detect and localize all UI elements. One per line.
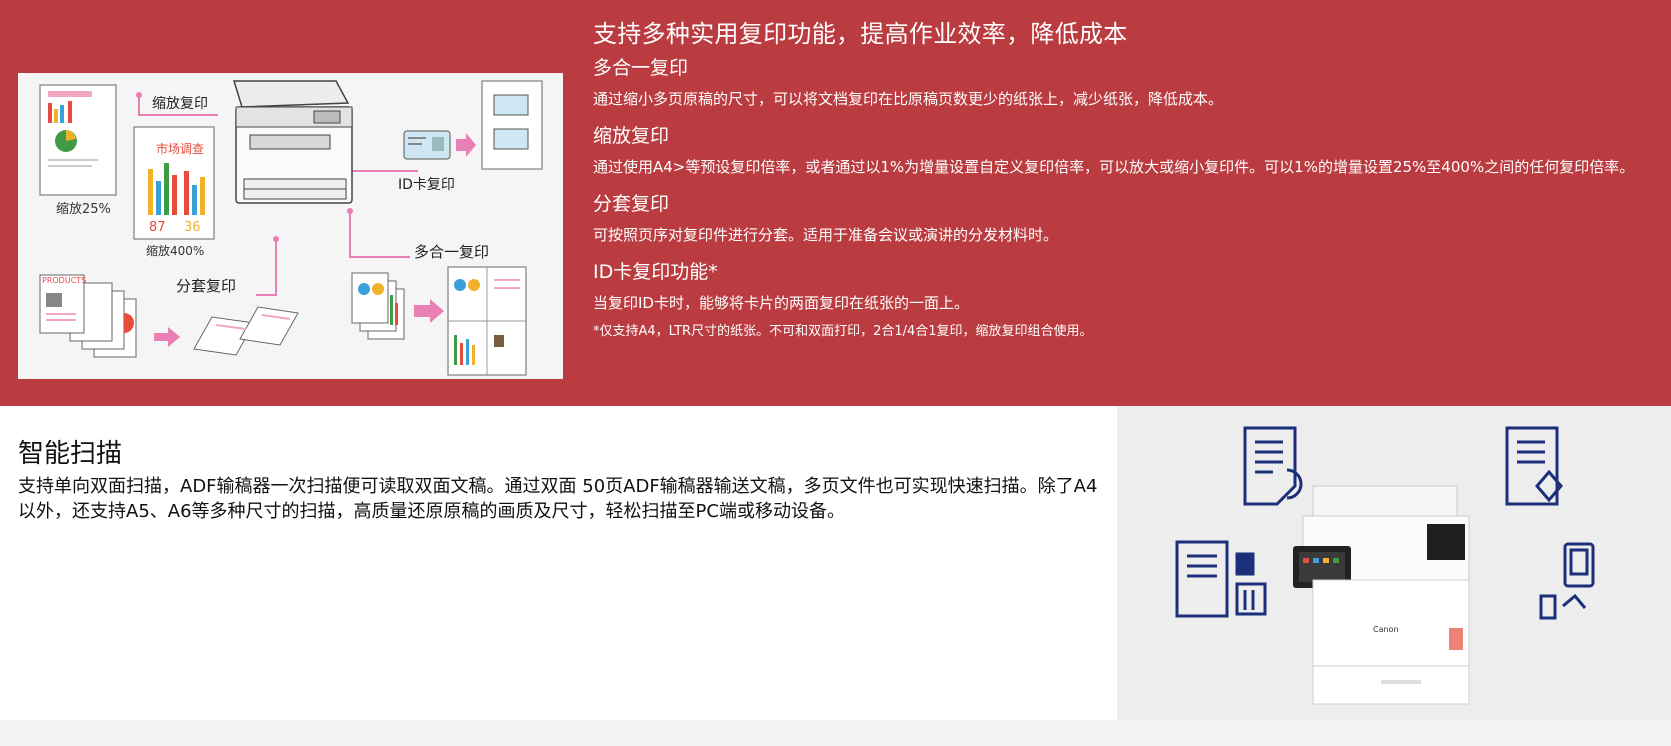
document-heading: 市场调查 xyxy=(156,141,204,156)
arrow-icon xyxy=(456,133,476,157)
nup-result-page xyxy=(447,266,527,376)
percent-a-label: 87 xyxy=(149,220,166,235)
id-copy-result-page xyxy=(481,80,543,170)
copy-features-section: 缩放25% 市场调查 87 36 缩放400% 缩放复印 ID卡复印 多合一复印… xyxy=(0,0,1671,406)
arrow-icon xyxy=(154,327,180,347)
feature-desc-id-card: 当复印ID卡时，能够将卡片的两面复印在纸张的一面上。 xyxy=(593,294,969,312)
feature-title-sort: 分套复印 xyxy=(593,193,670,215)
mobile-device-icon xyxy=(1539,542,1595,620)
copy-functions-illustration: 缩放25% 市场调查 87 36 缩放400% 缩放复印 ID卡复印 多合一复印… xyxy=(18,73,563,379)
feature-desc-zoom: 通过使用A4>等预设复印倍率，或者通过以1%为增量设置自定义复印倍率，可以放大或… xyxy=(593,158,1635,176)
sort-copy-label: 分套复印 xyxy=(176,277,236,295)
nup-source-pages xyxy=(351,272,405,340)
printer-brand-label: Canon xyxy=(1373,625,1399,634)
scan-section-title: 智能扫描 xyxy=(18,439,123,469)
reduce-25-label: 缩放25% xyxy=(56,201,111,217)
sorted-output-sets xyxy=(193,306,299,356)
copy-section-title: 支持多种实用复印功能，提高作业效率，降低成本 xyxy=(593,20,1128,48)
id-card-footnote: *仅支持A4，LTR尺寸的纸张。不可和双面打印，2合1/4合1复印，缩放复印组合… xyxy=(593,324,1093,339)
document-sync-icon xyxy=(1243,426,1303,506)
enlarge-400-label: 缩放400% xyxy=(146,243,204,258)
scan-illustration: Canon xyxy=(1117,406,1671,720)
percent-b-label: 36 xyxy=(184,220,201,235)
nup-copy-label: 多合一复印 xyxy=(414,243,489,261)
reduced-25-document xyxy=(39,84,117,196)
sort-source-pages xyxy=(39,274,137,358)
feature-title-zoom: 缩放复印 xyxy=(593,125,670,147)
id-card-image xyxy=(403,130,451,160)
printer-image xyxy=(232,80,353,204)
scan-section-desc: 支持单向双面扫描，ADF输稿器一次扫描便可读取双面文稿。通过双面 50页ADF输… xyxy=(18,476,1098,522)
document-tag-icon xyxy=(1505,426,1563,506)
id-copy-label: ID卡复印 xyxy=(398,176,455,193)
arrow-icon xyxy=(414,299,444,323)
products-label: PRODUCTS xyxy=(42,276,86,285)
document-storage-icon xyxy=(1175,540,1267,618)
smart-scan-section: 智能扫描 支持单向双面扫描，ADF输稿器一次扫描便可读取双面文稿。通过双面 50… xyxy=(0,406,1117,720)
next-section-strip xyxy=(0,720,1671,746)
feature-desc-nup: 通过缩小多页原稿的尺寸，可以将文档复印在比原稿页数更少的纸张上，减少纸张，降低成… xyxy=(593,90,1224,108)
feature-desc-sort: 可按照页序对复印件进行分套。适用于准备会议或演讲的分发材料时。 xyxy=(593,226,1059,244)
feature-title-id-card: ID卡复印功能* xyxy=(593,261,718,283)
zoom-copy-label: 缩放复印 xyxy=(152,95,208,112)
multifunction-printer-image xyxy=(1293,485,1470,705)
feature-title-nup: 多合一复印 xyxy=(593,57,689,79)
copy-features-text: 支持多种实用复印功能，提高作业效率，降低成本 多合一复印 通过缩小多页原稿的尺寸… xyxy=(593,16,1663,343)
